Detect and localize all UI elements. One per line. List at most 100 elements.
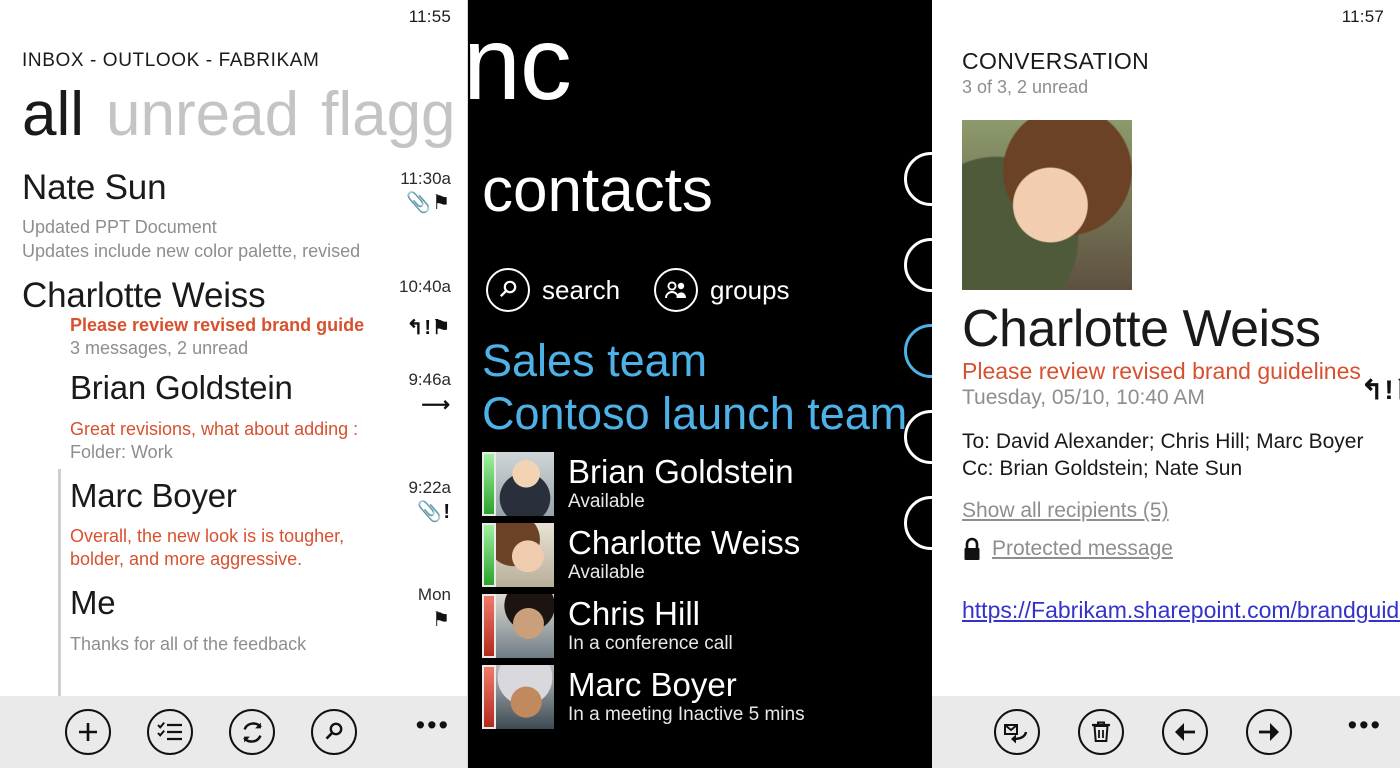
contact-list-item[interactable]: Chris Hill In a conference call — [482, 594, 902, 658]
arrow-left-icon — [1175, 723, 1195, 741]
avatar — [482, 452, 554, 516]
groups-action[interactable]: groups — [654, 268, 790, 312]
next-button[interactable] — [1246, 709, 1292, 755]
inbox-header: INBOX - OUTLOOK - FABRIKAM all unread fl… — [0, 34, 467, 147]
importance-icon: ! — [424, 317, 433, 340]
lync-contact-list: Brian Goldstein Available Charlotte Weis… — [482, 452, 902, 736]
mail-time: 11:30a — [400, 169, 451, 189]
conversation-count: 3 of 3, 2 unread — [962, 77, 1089, 97]
edge-circle-button[interactable] — [904, 152, 932, 206]
sync-icon — [242, 721, 262, 743]
mail-list-item[interactable]: Charlotte Weiss 10:40a Please review rev… — [0, 275, 467, 361]
sender-photo — [962, 120, 1132, 290]
message-link[interactable]: https://Fabrikam.sharepoint.com/brandgui… — [962, 597, 1400, 624]
contact-status: Available — [568, 562, 645, 584]
attachment-icon: 📎 — [417, 501, 444, 524]
search-button[interactable] — [311, 709, 357, 755]
mail-status-icons: ⚑ — [418, 608, 451, 633]
mail-status-icons: 📎! — [408, 500, 451, 525]
mail-status-icons: ⟶ — [408, 393, 451, 418]
mail-list-item[interactable]: Nate Sun 11:30a 📎⚑ Updated PPT Document … — [0, 169, 467, 262]
mail-preview: Thanks for all of the feedback — [70, 633, 307, 654]
mail-list-item[interactable]: Brian Goldstein 9:46a ⟶ Great revisions,… — [0, 370, 467, 463]
show-all-recipients-link[interactable]: Show all recipients (5) — [962, 499, 1169, 523]
recipients-cc: Cc: Brian Goldstein; Nate Sun — [962, 457, 1243, 481]
mail-app-bar: ••• — [0, 696, 467, 768]
mail-sender: Marc Boyer — [70, 476, 237, 514]
tab-all[interactable]: all — [22, 82, 84, 147]
mail-time: Mon — [417, 585, 451, 605]
arrow-right-icon — [1259, 723, 1279, 741]
avatar — [482, 523, 554, 587]
tab-unread[interactable]: unread — [106, 82, 299, 147]
trash-icon — [1092, 721, 1110, 742]
edge-circle-button[interactable] — [904, 238, 932, 292]
contact-photo — [496, 665, 554, 729]
contact-status: In a conference call — [568, 633, 733, 655]
mail-subject: Updated PPT Document — [22, 217, 217, 238]
replied-icon: ↰ — [1360, 374, 1385, 405]
edge-circle-button-active[interactable] — [904, 324, 932, 378]
mail-list-item[interactable]: Me Mon ⚑ Thanks for all of the feedback — [0, 585, 467, 655]
page-title: INBOX - OUTLOOK - FABRIKAM — [22, 50, 320, 71]
conversation-body: Charlotte Weiss Please review revised br… — [932, 290, 1400, 624]
search-label: search — [542, 274, 621, 305]
new-mail-button[interactable] — [65, 709, 111, 755]
presence-indicator — [482, 594, 496, 658]
contact-name: Marc Boyer — [568, 665, 737, 703]
status-bar: 11:57 — [932, 0, 1400, 34]
flag-icon: ⚑ — [432, 192, 451, 215]
contact-list-item[interactable]: Marc Boyer In a meeting Inactive 5 mins — [482, 665, 902, 729]
mail-list-item[interactable]: Marc Boyer 9:22a 📎! Overall, the new loo… — [0, 478, 467, 571]
group-item-contoso[interactable]: Contoso launch team — [482, 387, 907, 440]
conversation-header: CONVERSATION 3 of 3, 2 unread — [932, 34, 1400, 98]
lync-quick-actions: search groups — [486, 268, 790, 312]
groups-icon — [665, 281, 687, 299]
select-button[interactable] — [147, 709, 193, 755]
presence-indicator — [482, 665, 496, 729]
app-title: ync — [468, 6, 572, 122]
contact-photo — [496, 452, 554, 516]
contact-list-item[interactable]: Brian Goldstein Available — [482, 452, 902, 516]
flag-icon: ⚑ — [432, 317, 451, 340]
delete-button[interactable] — [1078, 709, 1124, 755]
mail-status-icons: 📎⚑ — [400, 191, 451, 216]
edge-action-buttons — [904, 152, 932, 582]
group-item-sales[interactable]: Sales team — [482, 334, 907, 387]
flag-icon: ⚑ — [1395, 375, 1400, 405]
mail-subject: Great revisions, what about adding : — [70, 418, 359, 439]
presence-indicator — [482, 523, 496, 587]
attachment-icon: 📎 — [406, 192, 433, 215]
lync-pivot-tabs: contacts c — [482, 160, 932, 222]
previous-button[interactable] — [1162, 709, 1208, 755]
page-title: CONVERSATION — [962, 48, 1150, 74]
mail-sender: Me — [70, 584, 116, 622]
outlook-inbox-panel: 11:55 INBOX - OUTLOOK - FABRIKAM all unr… — [0, 0, 468, 768]
tab-contacts[interactable]: contacts — [482, 160, 713, 222]
lync-group-list: Sales team Contoso launch team — [482, 334, 907, 440]
lync-contacts-panel: ync contacts c search — [468, 0, 932, 768]
mail-preview: Folder: Work — [70, 441, 173, 462]
contact-list-item[interactable]: Charlotte Weiss Available — [482, 523, 902, 587]
search-action[interactable]: search — [486, 268, 620, 312]
three-phone-screenshot: 11:55 INBOX - OUTLOOK - FABRIKAM all unr… — [0, 0, 1400, 768]
avatar — [482, 594, 554, 658]
tab-flagged[interactable]: flagg — [321, 82, 455, 147]
more-button[interactable]: ••• — [1348, 712, 1382, 739]
mail-sender: Charlotte Weiss — [22, 275, 266, 315]
edge-circle-button[interactable] — [904, 496, 932, 550]
contact-status: Available — [568, 491, 645, 513]
reply-icon — [1003, 724, 1027, 744]
protected-message-row[interactable]: Protected message — [962, 537, 1386, 561]
mail-subject: Overall, the new look is is tougher, bol… — [70, 526, 345, 570]
mail-preview: 3 messages, 2 unread — [70, 338, 249, 359]
checklist-icon — [157, 721, 182, 741]
contact-name: Chris Hill — [568, 594, 700, 632]
plus-icon — [79, 723, 97, 741]
replied-icon: ↰ — [406, 317, 425, 340]
sync-button[interactable] — [229, 709, 275, 755]
reply-button[interactable] — [994, 709, 1040, 755]
edge-circle-button[interactable] — [904, 410, 932, 464]
more-button[interactable]: ••• — [416, 712, 450, 739]
contact-name: Brian Goldstein — [568, 452, 794, 490]
